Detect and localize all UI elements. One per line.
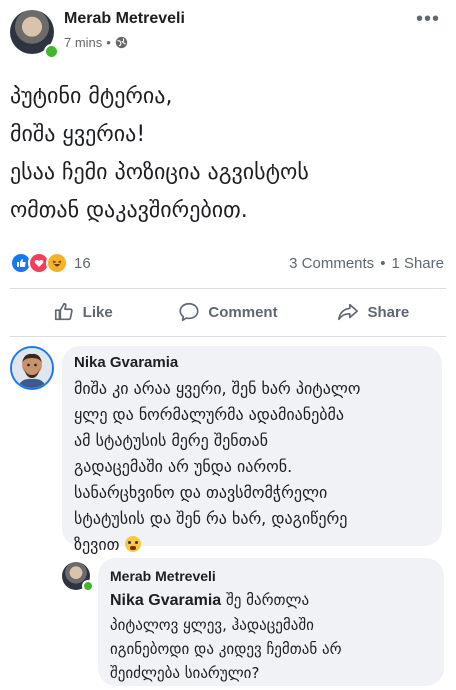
like-label: Like [82, 303, 113, 321]
online-status-icon [44, 44, 59, 59]
comment-line: მიშა კი არაა ყვერი, შენ ხარ პიტალო [74, 379, 361, 398]
bitmoji-avatar-icon [12, 348, 52, 388]
comment-line: ამ სტატუსის მერე შენთან [74, 431, 268, 450]
post-text-line: პუტინი მტერია, [10, 84, 173, 109]
comment-text: მიშა კი არაა ყვერი, შენ ხარ პიტალო ყლე დ… [74, 376, 434, 558]
post-body: პუტინი მტერია, მიშა ყვერია! ესაა ჩემი პო… [10, 78, 446, 230]
comment-line: სტატუსის და შენ რა ხარ, დაგიწერე [74, 509, 348, 528]
online-status-icon [82, 580, 94, 592]
reply-line: შეიძლება სიარული? [110, 664, 260, 682]
comment-bubble: Nika Gvaramia მიშა კი არაა ყვერი, შენ ხა… [62, 346, 442, 554]
reply-author[interactable]: Merab Metreveli [110, 568, 216, 584]
reactions-summary[interactable]: 16 [10, 252, 91, 274]
share-icon [338, 303, 359, 321]
comment-line: ზევით [74, 535, 120, 554]
action-bar: Like Comment Share [10, 296, 446, 328]
comment-line: გადაცემაში არ უნდა იარონ. [74, 457, 293, 476]
comments-count[interactable]: 3 Comments [289, 255, 374, 272]
share-label: Share [367, 303, 410, 321]
author-name[interactable]: Merab Metreveli [64, 10, 185, 28]
reply-line: იგინებოდი და კიდევ ჩემთან არ [110, 640, 342, 658]
reply-line: პიტალოვ ყლევ, ჰადაცემაში [110, 616, 314, 634]
reaction-count: 16 [74, 254, 91, 272]
comment-author[interactable]: Nika Gvaramia [74, 354, 178, 371]
engagement-counts: 3 Comments • 1 Share [289, 255, 444, 272]
reply-line: შე მართლა [225, 591, 310, 609]
comment-button[interactable]: Comment [155, 296, 300, 328]
shares-count[interactable]: 1 Share [391, 255, 444, 272]
comment-line: ყლე და ნორმალურმა ადამიანებმა [74, 405, 345, 424]
thumbs-up-icon [54, 302, 73, 321]
share-button[interactable]: Share [301, 296, 446, 328]
post-header: Merab Metreveli 7 mins • ••• [10, 8, 446, 59]
divider [10, 336, 446, 337]
comment-icon [179, 302, 199, 322]
post-time[interactable]: 7 mins [64, 35, 102, 50]
more-options-icon[interactable]: ••• [416, 8, 440, 31]
post-text-line: მიშა ყვერია! [10, 122, 146, 147]
meta-separator: • [106, 35, 111, 50]
post-text-line: ესაა ჩემი პოზიცია აგვისტოს [10, 160, 309, 185]
post-meta: 7 mins • [64, 35, 128, 50]
reply-bubble: Merab Metreveli Nika Gvaramia შე მართლა … [98, 558, 444, 686]
globe-icon [115, 36, 128, 49]
counts-separator: • [380, 255, 386, 272]
haha-icon [46, 252, 68, 274]
reply-text: Nika Gvaramia შე მართლა პიტალოვ ყლევ, ჰა… [110, 588, 440, 685]
comment-line: სანარცხვინო და თავსმომჭრელი [74, 483, 328, 502]
divider [10, 288, 446, 289]
comment-label: Comment [208, 303, 278, 321]
post-text-line: ომთან დაკავშირებით. [10, 198, 248, 223]
mention-link[interactable]: Nika Gvaramia [110, 592, 221, 609]
commenter-avatar[interactable] [10, 346, 54, 390]
fearful-face-icon [124, 536, 141, 552]
like-button[interactable]: Like [10, 296, 155, 328]
